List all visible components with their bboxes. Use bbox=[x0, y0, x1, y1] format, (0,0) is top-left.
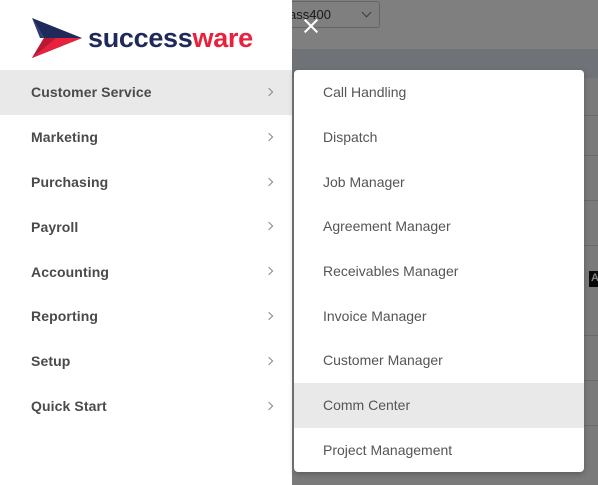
close-icon[interactable] bbox=[300, 15, 322, 37]
chevron-right-icon bbox=[264, 177, 274, 186]
menu-item-label: Customer Service bbox=[31, 84, 152, 101]
chevron-right-icon bbox=[264, 266, 274, 276]
submenu-item-invoice-manager[interactable]: Invoice Manager bbox=[294, 293, 584, 338]
logo-text-ware: ware bbox=[192, 22, 254, 53]
logo-mark-icon bbox=[32, 18, 82, 58]
submenu-item-label: Call Handling bbox=[323, 84, 407, 101]
menu-item-payroll[interactable]: Payroll bbox=[0, 204, 292, 249]
menu-item-customer-service[interactable]: Customer Service bbox=[0, 70, 292, 115]
menu-item-reporting[interactable]: Reporting bbox=[0, 294, 292, 339]
logo-wordmark: successware bbox=[88, 22, 254, 53]
navigation-drawer: successware Customer Service Marketing P… bbox=[0, 0, 292, 485]
menu-item-purchasing[interactable]: Purchasing bbox=[0, 160, 292, 205]
submenu-item-comm-center[interactable]: Comm Center bbox=[294, 382, 584, 428]
submenu-item-label: Job Manager bbox=[323, 173, 405, 190]
submenu-item-customer-manager[interactable]: Customer Manager bbox=[294, 338, 584, 383]
menu-item-label: Quick Start bbox=[31, 397, 107, 414]
submenu-item-project-management[interactable]: Project Management bbox=[294, 428, 584, 473]
submenu-item-label: Comm Center bbox=[323, 397, 411, 414]
menu-item-setup[interactable]: Setup bbox=[0, 339, 292, 384]
submenu-item-label: Invoice Manager bbox=[323, 307, 427, 324]
menu-item-label: Reporting bbox=[31, 308, 99, 325]
submenu-item-label: Customer Manager bbox=[323, 352, 443, 369]
main-menu: Customer Service Marketing Purchasing Pa… bbox=[0, 70, 292, 428]
submenu-item-label: Receivables Manager bbox=[323, 263, 459, 280]
menu-item-quick-start[interactable]: Quick Start bbox=[0, 384, 292, 429]
menu-item-label: Purchasing bbox=[31, 173, 109, 190]
chevron-right-icon bbox=[264, 87, 274, 97]
chevron-right-icon bbox=[264, 222, 274, 231]
chevron-right-icon bbox=[264, 401, 274, 410]
submenu-item-label: Dispatch bbox=[323, 129, 378, 146]
logo-text-success: success bbox=[88, 22, 193, 53]
submenu-item-dispatch[interactable]: Dispatch bbox=[294, 115, 584, 160]
menu-item-label: Marketing bbox=[31, 129, 99, 146]
menu-item-label: Payroll bbox=[31, 218, 79, 235]
menu-item-accounting[interactable]: Accounting bbox=[0, 249, 292, 294]
menu-item-label: Accounting bbox=[31, 263, 109, 280]
successware-logo[interactable]: successware bbox=[30, 16, 253, 60]
submenu-item-receivables-manager[interactable]: Receivables Manager bbox=[294, 249, 584, 294]
menu-item-label: Setup bbox=[31, 353, 71, 370]
submenu-item-label: Agreement Manager bbox=[323, 218, 451, 235]
chevron-right-icon bbox=[264, 311, 274, 321]
menu-item-marketing[interactable]: Marketing bbox=[0, 115, 292, 160]
submenu-item-job-manager[interactable]: Job Manager bbox=[294, 159, 584, 204]
chevron-right-icon bbox=[264, 356, 274, 366]
submenu-item-label: Project Management bbox=[323, 441, 453, 458]
customer-service-submenu: Call Handling Dispatch Job Manager Agree… bbox=[294, 70, 584, 472]
app-root: ass400 A successware bbox=[0, 0, 598, 485]
submenu-item-call-handling[interactable]: Call Handling bbox=[294, 70, 584, 115]
submenu-item-agreement-manager[interactable]: Agreement Manager bbox=[294, 204, 584, 249]
chevron-right-icon bbox=[264, 132, 274, 142]
